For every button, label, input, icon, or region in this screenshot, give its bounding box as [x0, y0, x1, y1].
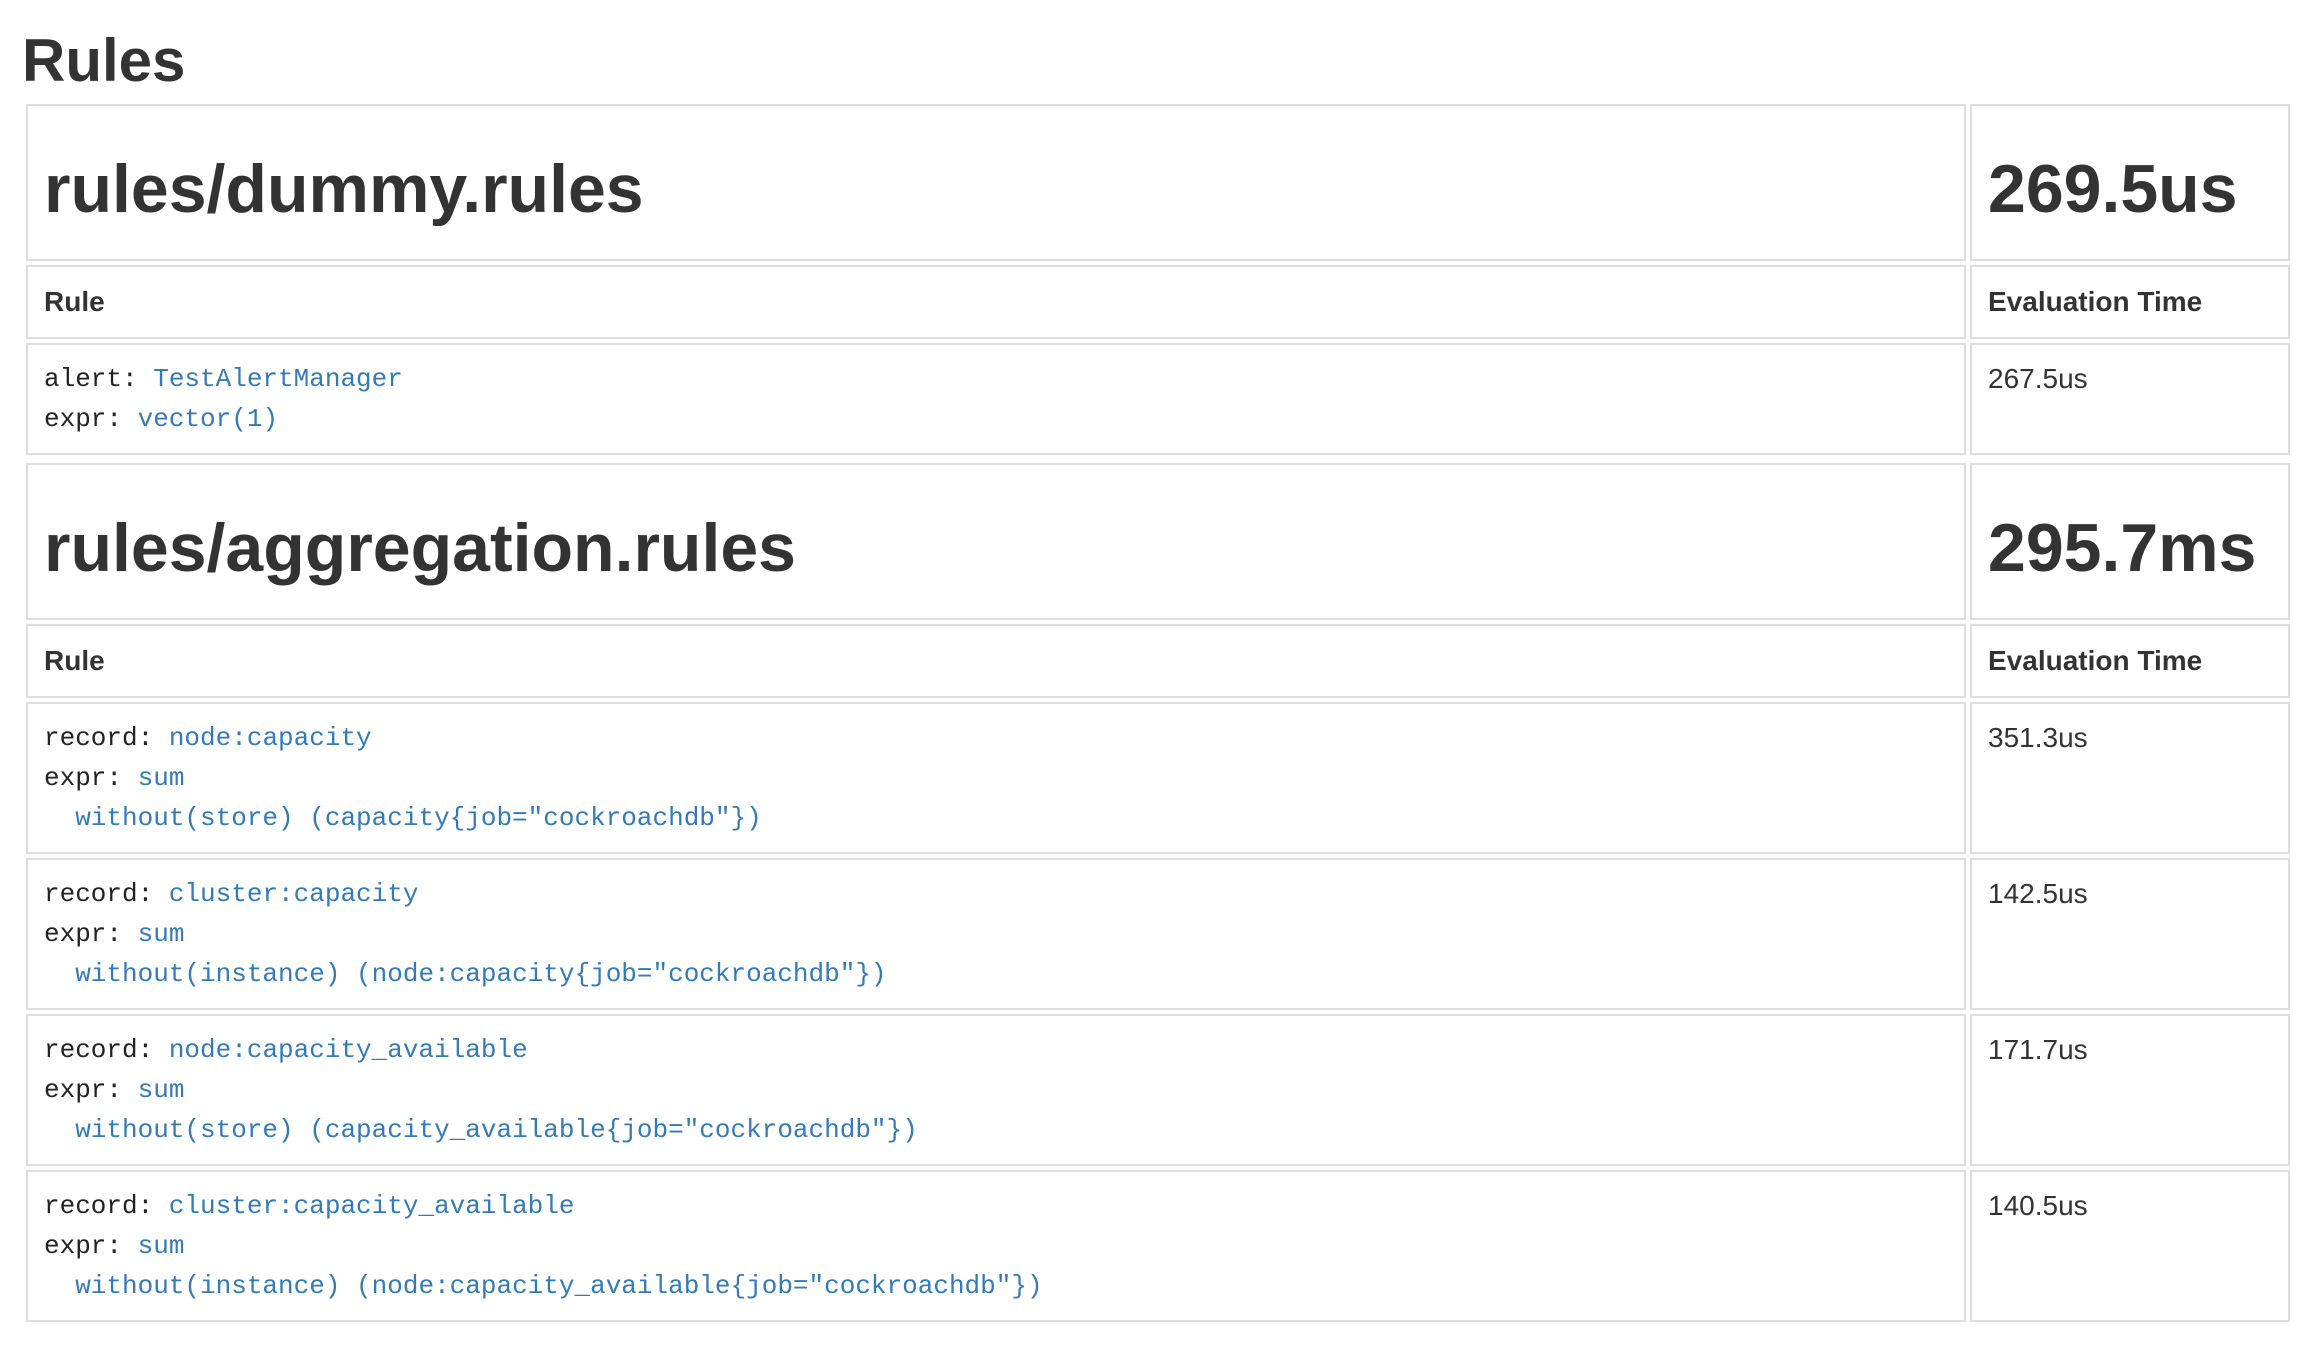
- rule-keyword: expr:: [44, 1075, 138, 1105]
- expr-link[interactable]: sum without(instance) (node:capacity{job…: [44, 919, 887, 989]
- rule-row: record: node:capacity_available expr: su…: [26, 1014, 2290, 1166]
- rule-group-name: rules/aggregation.rules: [44, 511, 1948, 586]
- expr-link[interactable]: vector(1): [138, 404, 278, 434]
- rule-row: record: cluster:capacity_available expr:…: [26, 1170, 2290, 1322]
- column-header-row: Rule Evaluation Time: [26, 624, 2290, 698]
- rule-evaluation-time: 140.5us: [1970, 1170, 2290, 1322]
- rule-code: alert: TestAlertManager expr: vector(1): [44, 359, 1948, 439]
- rule-evaluation-time: 142.5us: [1970, 858, 2290, 1010]
- record-name-link[interactable]: node:capacity_available: [169, 1035, 528, 1065]
- rule-code: record: node:capacity expr: sum without(…: [44, 718, 1948, 838]
- record-name-link[interactable]: node:capacity: [169, 723, 372, 753]
- rule-column-header: Rule: [26, 624, 1966, 698]
- rule-column-header: Rule: [26, 265, 1966, 339]
- expr-link[interactable]: sum without(store) (capacity_available{j…: [44, 1075, 918, 1145]
- rule-code: record: cluster:capacity_available expr:…: [44, 1186, 1948, 1306]
- rule-code: record: node:capacity_available expr: su…: [44, 1030, 1948, 1150]
- rule-evaluation-time: 267.5us: [1970, 343, 2290, 455]
- group-header-row: rules/aggregation.rules 295.7ms: [26, 463, 2290, 620]
- alert-name-link[interactable]: TestAlertManager: [153, 364, 403, 394]
- record-name-link[interactable]: cluster:capacity_available: [169, 1191, 575, 1221]
- rule-keyword: alert:: [44, 364, 153, 394]
- rule-keyword: record:: [44, 1191, 169, 1221]
- rule-keyword: record:: [44, 879, 169, 909]
- expr-link[interactable]: sum without(instance) (node:capacity_ava…: [44, 1231, 1043, 1301]
- rule-group-evaluation-time: 269.5us: [1988, 152, 2272, 227]
- rule-keyword: record:: [44, 1035, 169, 1065]
- rules-page: Rules rules/dummy.rules 269.5us Rule Eva…: [0, 28, 2316, 1326]
- rule-code: record: cluster:capacity expr: sum witho…: [44, 874, 1948, 994]
- rule-keyword: expr:: [44, 763, 138, 793]
- rule-row: alert: TestAlertManager expr: vector(1) …: [26, 343, 2290, 455]
- rule-evaluation-time: 351.3us: [1970, 702, 2290, 854]
- rule-keyword: record:: [44, 723, 169, 753]
- expr-link[interactable]: sum without(store) (capacity{job="cockro…: [44, 763, 762, 833]
- rule-row: record: cluster:capacity expr: sum witho…: [26, 858, 2290, 1010]
- column-header-row: Rule Evaluation Time: [26, 265, 2290, 339]
- group-header-row: rules/dummy.rules 269.5us: [26, 104, 2290, 261]
- rule-group-table: rules/dummy.rules 269.5us Rule Evaluatio…: [22, 100, 2294, 459]
- rule-keyword: expr:: [44, 1231, 138, 1261]
- rule-group-evaluation-time: 295.7ms: [1988, 511, 2272, 586]
- rule-keyword: expr:: [44, 404, 138, 434]
- rule-keyword: expr:: [44, 919, 138, 949]
- rule-row: record: node:capacity expr: sum without(…: [26, 702, 2290, 854]
- evaluation-time-column-header: Evaluation Time: [1970, 265, 2290, 339]
- rule-group-name: rules/dummy.rules: [44, 152, 1948, 227]
- rule-evaluation-time: 171.7us: [1970, 1014, 2290, 1166]
- record-name-link[interactable]: cluster:capacity: [169, 879, 419, 909]
- evaluation-time-column-header: Evaluation Time: [1970, 624, 2290, 698]
- page-title: Rules: [22, 28, 2294, 94]
- rule-group-table: rules/aggregation.rules 295.7ms Rule Eva…: [22, 459, 2294, 1326]
